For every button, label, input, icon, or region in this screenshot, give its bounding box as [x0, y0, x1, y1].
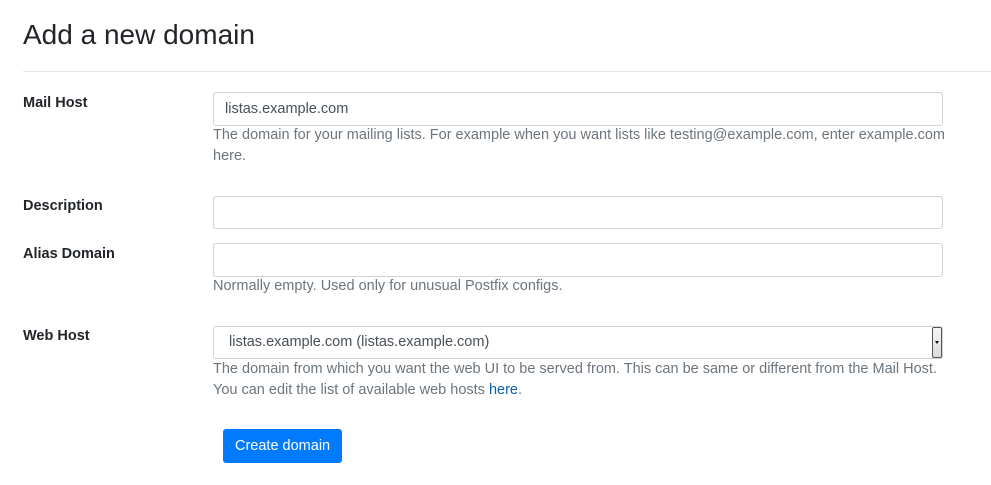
mail-host-help: The domain for your mailing lists. For e…: [213, 127, 945, 164]
web-host-help-text: The domain from which you want the web U…: [213, 361, 937, 398]
alias-domain-label: Alias Domain: [23, 246, 115, 262]
web-host-select[interactable]: listas.example.com (listas.example.com): [213, 326, 943, 359]
description-label: Description: [23, 198, 103, 214]
alias-domain-help: Normally empty. Used only for unusual Po…: [213, 278, 563, 294]
title-divider: [23, 71, 991, 72]
web-host-selected-value: listas.example.com (listas.example.com): [229, 334, 490, 350]
chevron-down-icon[interactable]: [932, 327, 942, 358]
mail-host-label: Mail Host: [23, 95, 88, 111]
mail-host-input[interactable]: [213, 92, 943, 126]
web-host-help-end: .: [517, 382, 523, 398]
page-title: Add a new domain: [23, 19, 255, 50]
add-domain-page: Add a new domain Mail Host The domain fo…: [0, 0, 991, 485]
web-host-label: Web Host: [23, 328, 90, 344]
web-hosts-link[interactable]: here: [489, 382, 518, 398]
description-input[interactable]: [213, 196, 943, 229]
web-host-help: The domain from which you want the web U…: [213, 359, 948, 401]
alias-domain-input[interactable]: [213, 243, 943, 277]
create-domain-button[interactable]: Create domain: [223, 429, 343, 463]
